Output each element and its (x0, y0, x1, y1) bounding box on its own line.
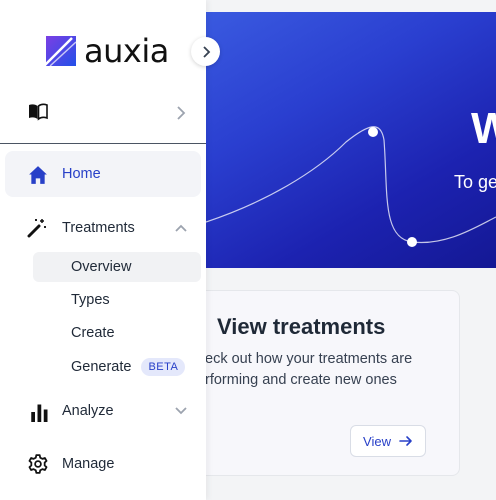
hero-banner: W To ge (206, 12, 496, 268)
sidebar-collapse-button[interactable] (191, 37, 220, 66)
chevron-down-icon (175, 407, 187, 415)
bar-chart-icon (31, 404, 48, 422)
chevron-right-icon (177, 106, 186, 120)
beta-badge: BETA (141, 358, 186, 376)
subitem-label: Create (71, 325, 115, 341)
docs-link[interactable] (0, 98, 206, 128)
chevron-up-icon (175, 224, 187, 232)
chevron-right-icon (202, 45, 210, 58)
sidebar-divider (0, 143, 206, 144)
card-description: eck out how your treatments are rforming… (205, 351, 413, 388)
home-icon (29, 166, 47, 184)
card-title: View treatments (217, 314, 386, 339)
auxia-logo-mark (43, 36, 77, 67)
arrow-right-icon (399, 436, 412, 446)
sidebar-subitem-create[interactable]: Create (33, 318, 201, 348)
sidebar-item-label: Treatments (62, 220, 135, 236)
subitem-label: Types (71, 292, 110, 308)
sidebar-subitem-types[interactable]: Types (33, 285, 201, 315)
subitem-label: Generate (71, 359, 132, 375)
sidebar-item-analyze[interactable]: Analyze (5, 388, 201, 434)
logo-text: auxia (84, 32, 169, 70)
view-treatments-card: View treatments eck out how your treatme… (196, 290, 460, 476)
book-icon (29, 103, 48, 121)
hero-subtitle: To ge (454, 172, 496, 192)
view-button-label: View (363, 433, 391, 449)
auxia-logo[interactable]: auxia (42, 32, 169, 70)
hero-title: W (471, 104, 496, 153)
sidebar: auxia Home Treatments Overview Types Cre… (0, 0, 206, 500)
sidebar-item-treatments[interactable]: Treatments (5, 205, 201, 251)
sidebar-item-label: Analyze (62, 403, 114, 419)
subitem-label: Overview (71, 259, 132, 275)
sidebar-subitem-overview[interactable]: Overview (33, 252, 201, 282)
view-button[interactable]: View (350, 425, 426, 457)
gear-icon (28, 454, 48, 474)
sidebar-item-manage[interactable]: Manage (5, 441, 201, 487)
sidebar-subitem-generate[interactable]: Generate BETA (33, 352, 201, 382)
hero-dot (407, 237, 417, 247)
hero-wave-graphic (206, 126, 496, 247)
sidebar-item-label: Home (62, 166, 101, 182)
sidebar-item-home[interactable]: Home (5, 151, 201, 197)
hero-dot (368, 127, 378, 137)
main-content: W To ge View treatments eck out how your… (196, 0, 496, 500)
sidebar-item-label: Manage (62, 456, 115, 472)
magic-wand-icon (27, 219, 46, 238)
